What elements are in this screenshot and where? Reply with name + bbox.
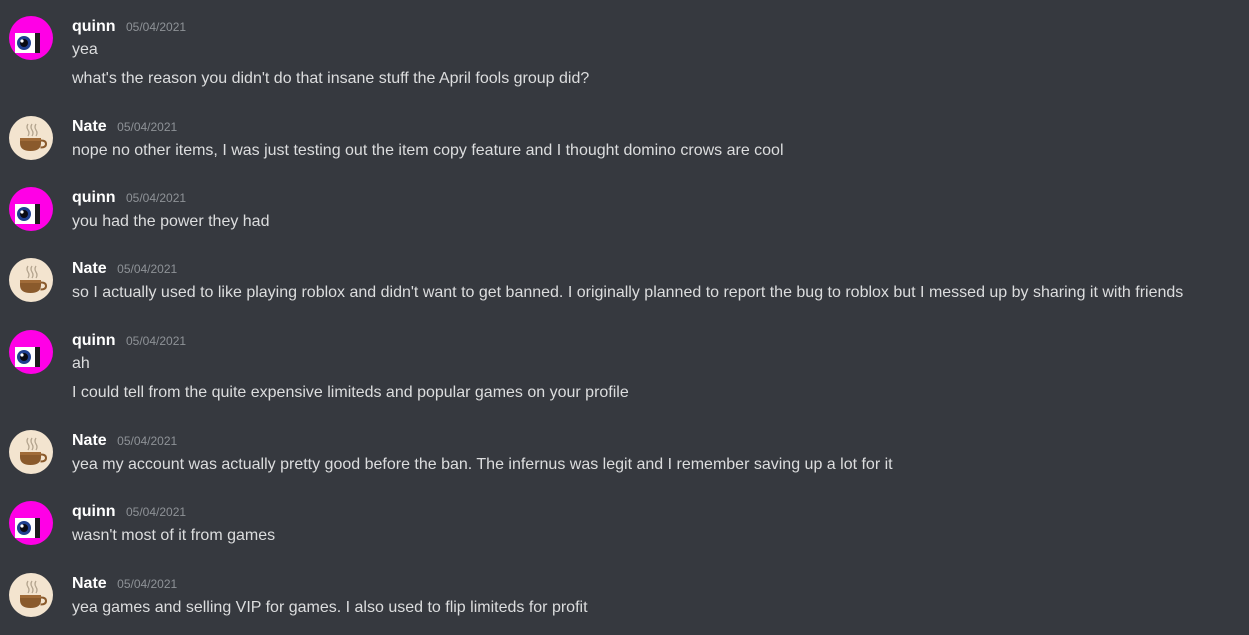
message-text: yea [72,41,98,58]
message-text: nope no other items, I was just testing … [72,142,784,159]
coffee-cup-avatar-icon[interactable] [9,258,53,302]
username[interactable]: Nate [72,432,107,449]
message-header: quinn 05/04/2021 [72,18,186,38]
message-text: you had the power they had [72,213,270,230]
coffee-cup-avatar-icon[interactable] [9,116,53,160]
timestamp[interactable]: 05/04/2021 [117,262,177,276]
chat-message-list: quinn 05/04/2021 yea what's the reason y… [0,0,1249,635]
message-header: Nate 05/04/2021 [72,432,177,452]
message-header: Nate 05/04/2021 [72,575,177,595]
username[interactable]: quinn [72,18,116,35]
quinn-eye-avatar-icon[interactable] [9,187,53,231]
message-header: Nate 05/04/2021 [72,260,177,280]
username[interactable]: Nate [72,260,107,277]
username[interactable]: quinn [72,189,116,206]
username[interactable]: quinn [72,503,116,520]
username[interactable]: Nate [72,118,107,135]
timestamp[interactable]: 05/04/2021 [126,191,186,205]
quinn-eye-avatar-icon[interactable] [9,501,53,545]
quinn-eye-avatar-icon[interactable] [9,330,53,374]
message-text: what's the reason you didn't do that ins… [72,70,590,87]
timestamp[interactable]: 05/04/2021 [126,334,186,348]
message-text: wasn't most of it from games [72,527,276,544]
quinn-eye-avatar-icon[interactable] [9,16,53,60]
message-text: yea games and selling VIP for games. I a… [72,599,588,616]
message-text: yea my account was actually pretty good … [72,456,893,473]
timestamp[interactable]: 05/04/2021 [117,120,177,134]
timestamp[interactable]: 05/04/2021 [126,20,186,34]
coffee-cup-avatar-icon[interactable] [9,430,53,474]
coffee-cup-avatar-icon[interactable] [9,573,53,617]
username[interactable]: Nate [72,575,107,592]
message-header: Nate 05/04/2021 [72,118,177,138]
message-header: quinn 05/04/2021 [72,189,186,209]
username[interactable]: quinn [72,332,116,349]
timestamp[interactable]: 05/04/2021 [117,577,177,591]
timestamp[interactable]: 05/04/2021 [117,434,177,448]
message-text: I could tell from the quite expensive li… [72,384,629,401]
message-header: quinn 05/04/2021 [72,503,186,523]
message-header: quinn 05/04/2021 [72,332,186,352]
message-text: so I actually used to like playing roblo… [72,284,1184,301]
message-text: ah [72,355,90,372]
timestamp[interactable]: 05/04/2021 [126,505,186,519]
